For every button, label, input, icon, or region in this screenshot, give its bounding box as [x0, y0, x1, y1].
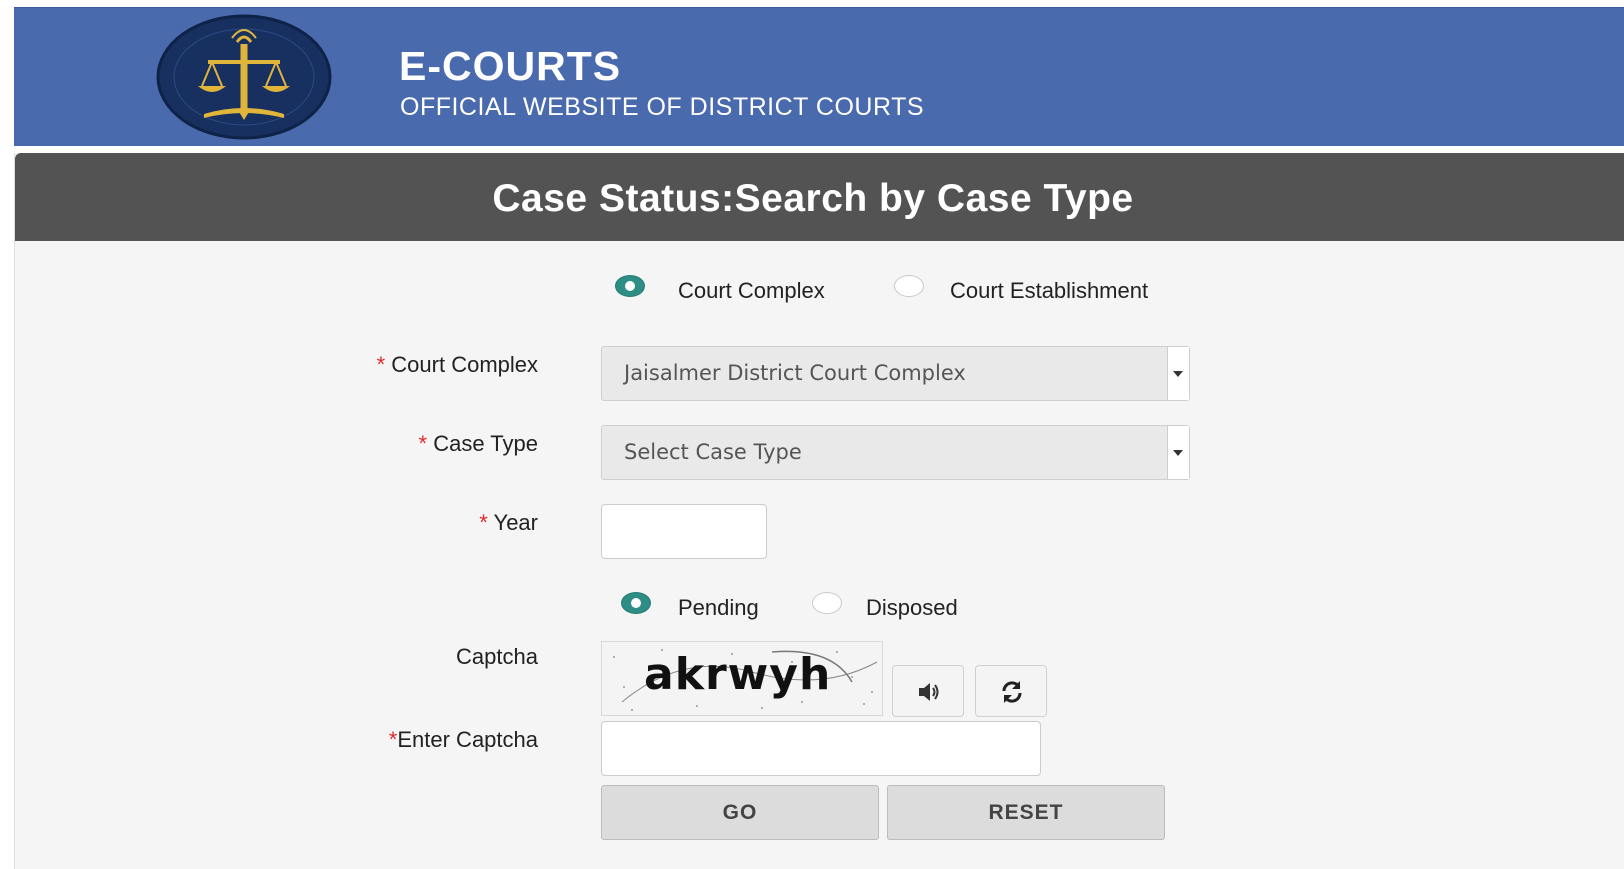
enter-captcha-input[interactable] — [601, 721, 1041, 776]
ecourts-logo — [154, 14, 334, 140]
panel-header: Case Status:Search by Case Type — [15, 153, 1624, 241]
radio-pending[interactable] — [621, 592, 651, 614]
captcha-image-text: akrwyh — [644, 649, 832, 700]
year-input[interactable] — [601, 504, 767, 559]
required-mark: * — [479, 510, 488, 535]
required-mark: * — [418, 431, 428, 456]
reset-button[interactable]: RESET — [887, 785, 1165, 840]
volume-icon — [919, 683, 939, 701]
captcha-audio-button[interactable] — [892, 665, 964, 717]
court-complex-label: * Court Complex — [376, 352, 538, 377]
captcha-label: Captcha — [456, 644, 538, 669]
case-type-label: * Case Type — [418, 431, 538, 456]
court-complex-value: Jaisalmer District Court Complex — [624, 361, 966, 385]
case-type-select[interactable]: Select Case Type — [601, 425, 1190, 480]
dropdown-arrow-icon — [1167, 426, 1189, 479]
site-header: E-COURTS OFFICIAL WEBSITE OF DISTRICT CO… — [14, 7, 1624, 146]
case-type-value: Select Case Type — [624, 440, 802, 464]
radio-court-complex-label[interactable]: Court Complex — [678, 278, 825, 304]
enter-captcha-label: *Enter Captcha — [388, 727, 538, 752]
page-title: Case Status:Search by Case Type — [492, 177, 1134, 220]
radio-court-complex[interactable] — [615, 275, 645, 297]
radio-pending-label[interactable]: Pending — [678, 595, 759, 621]
radio-court-establishment[interactable] — [894, 275, 924, 297]
captcha-refresh-button[interactable] — [975, 665, 1047, 717]
refresh-icon — [1002, 681, 1022, 703]
year-label: * Year — [479, 510, 538, 535]
court-complex-select[interactable]: Jaisalmer District Court Complex — [601, 346, 1190, 401]
site-subtitle: OFFICIAL WEBSITE OF DISTRICT COURTS — [400, 93, 925, 121]
go-button[interactable]: GO — [601, 785, 879, 840]
required-mark: * — [376, 352, 386, 377]
site-title: E-COURTS — [399, 43, 622, 89]
radio-disposed-label[interactable]: Disposed — [866, 595, 958, 621]
captcha-image: akrwyh — [601, 641, 883, 716]
dropdown-arrow-icon — [1167, 347, 1189, 400]
radio-court-establishment-label[interactable]: Court Establishment — [950, 278, 1148, 304]
radio-disposed[interactable] — [812, 592, 842, 614]
